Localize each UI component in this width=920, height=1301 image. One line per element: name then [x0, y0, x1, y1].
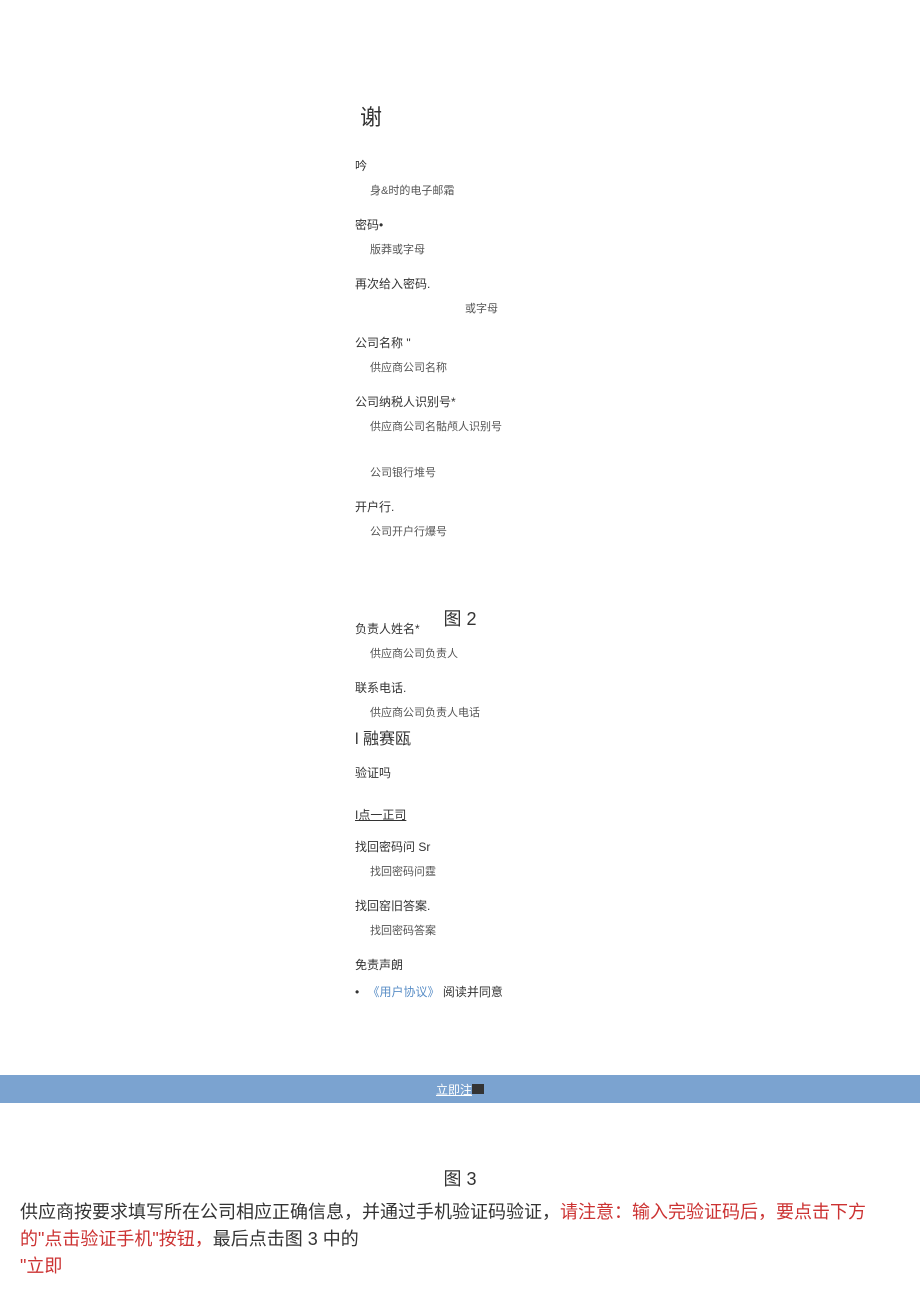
recover-answer-label: 找回窑旧答案.: [355, 897, 655, 914]
agreement-row: • 《用户协议》 阅读并同意: [355, 983, 655, 1000]
bank-hint: 公司银行堆号: [370, 464, 655, 480]
owner-name-label: 负责人姓名*: [355, 620, 655, 637]
instruction-part1: 供应商按要求填写所在公司相应正确信息，并通过手机验证码验证，: [20, 1202, 560, 1222]
email-hint: 身&时的电子邮霜: [370, 182, 655, 198]
password-again-label: 再次给入密码.: [355, 275, 655, 292]
password-label: 密码•: [355, 216, 655, 233]
register-button-label: 立即注: [436, 1081, 472, 1098]
company-name-label: 公司名称 ": [355, 334, 655, 351]
disclaimer-label: 免责声朗: [355, 956, 655, 973]
phone-group: 联系电话. 供应商公司负责人电话: [355, 679, 655, 720]
lrsa-text: l 融赛瓯: [355, 725, 655, 749]
figure-3-section: 图 3 供应商按要求填写所在公司相应正确信息，并通过手机验证码验证，请注意：输入…: [0, 1165, 920, 1280]
tax-id-group: 公司纳税人识别号* 供应商公司名骷颅人识别号: [355, 393, 655, 434]
instruction-part3: 最后点击图 3 中的: [213, 1229, 359, 1249]
register-block-icon: [472, 1084, 484, 1094]
recover-question-label: 找回密码问 Sr: [355, 838, 655, 855]
bullet-icon: •: [355, 985, 359, 999]
email-group: 吟 身&时的电子邮霜: [355, 157, 655, 198]
password-group: 密码• 版莽或字母: [355, 216, 655, 257]
owner-name-hint: 供应商公司负责人: [370, 645, 655, 661]
owner-name-group: 负责人姓名* 供应商公司负责人: [355, 620, 655, 661]
phone-label: 联系电话.: [355, 679, 655, 696]
bank-branch-hint: 公司开户行爆号: [370, 523, 655, 539]
recover-answer-hint: 找回密码答案: [370, 922, 655, 938]
email-label: 吟: [355, 157, 655, 174]
company-name-hint: 供应商公司名称: [370, 359, 655, 375]
password-again-hint: 或字母: [465, 300, 655, 316]
instruction-part4-red: "立即: [20, 1256, 62, 1276]
figure-3-label: 图 3: [0, 1165, 920, 1191]
bank-branch-group: 开户行. 公司开户行爆号: [355, 498, 655, 539]
verify-label: 验证吗: [355, 764, 655, 781]
bank-branch-label: 开户行.: [355, 498, 655, 515]
recover-question-hint: 找回密码问霆: [370, 863, 655, 879]
password-again-group: 再次给入密码. 或字母: [355, 275, 655, 316]
form-title: 谢: [360, 100, 655, 132]
agreement-suffix: 阅读并同意: [443, 985, 503, 999]
recover-answer-group: 找回窑旧答案. 找回密码答案: [355, 897, 655, 938]
tax-id-hint: 供应商公司名骷颅人识别号: [370, 418, 655, 434]
company-name-group: 公司名称 " 供应商公司名称: [355, 334, 655, 375]
user-agreement-link[interactable]: 《用户协议》: [368, 985, 440, 999]
tax-id-label: 公司纳税人识别号*: [355, 393, 655, 410]
registration-form-part1: 谢 吟 身&时的电子邮霜 密码• 版莽或字母 再次给入密码. 或字母 公司名称 …: [355, 100, 655, 557]
register-button[interactable]: 立即注: [0, 1075, 920, 1103]
instruction-text: 供应商按要求填写所在公司相应正确信息，并通过手机验证码验证，请注意：输入完验证码…: [0, 1199, 920, 1280]
password-hint: 版莽或字母: [370, 241, 655, 257]
verify-phone-link[interactable]: I点一正司: [355, 806, 655, 823]
recover-question-group: 找回密码问 Sr 找回密码问霆: [355, 838, 655, 879]
phone-hint: 供应商公司负责人电话: [370, 704, 655, 720]
bank-group: 公司银行堆号: [355, 464, 655, 480]
registration-form-part2: 负责人姓名* 供应商公司负责人 联系电话. 供应商公司负责人电话 l 融赛瓯 验…: [355, 620, 655, 1000]
